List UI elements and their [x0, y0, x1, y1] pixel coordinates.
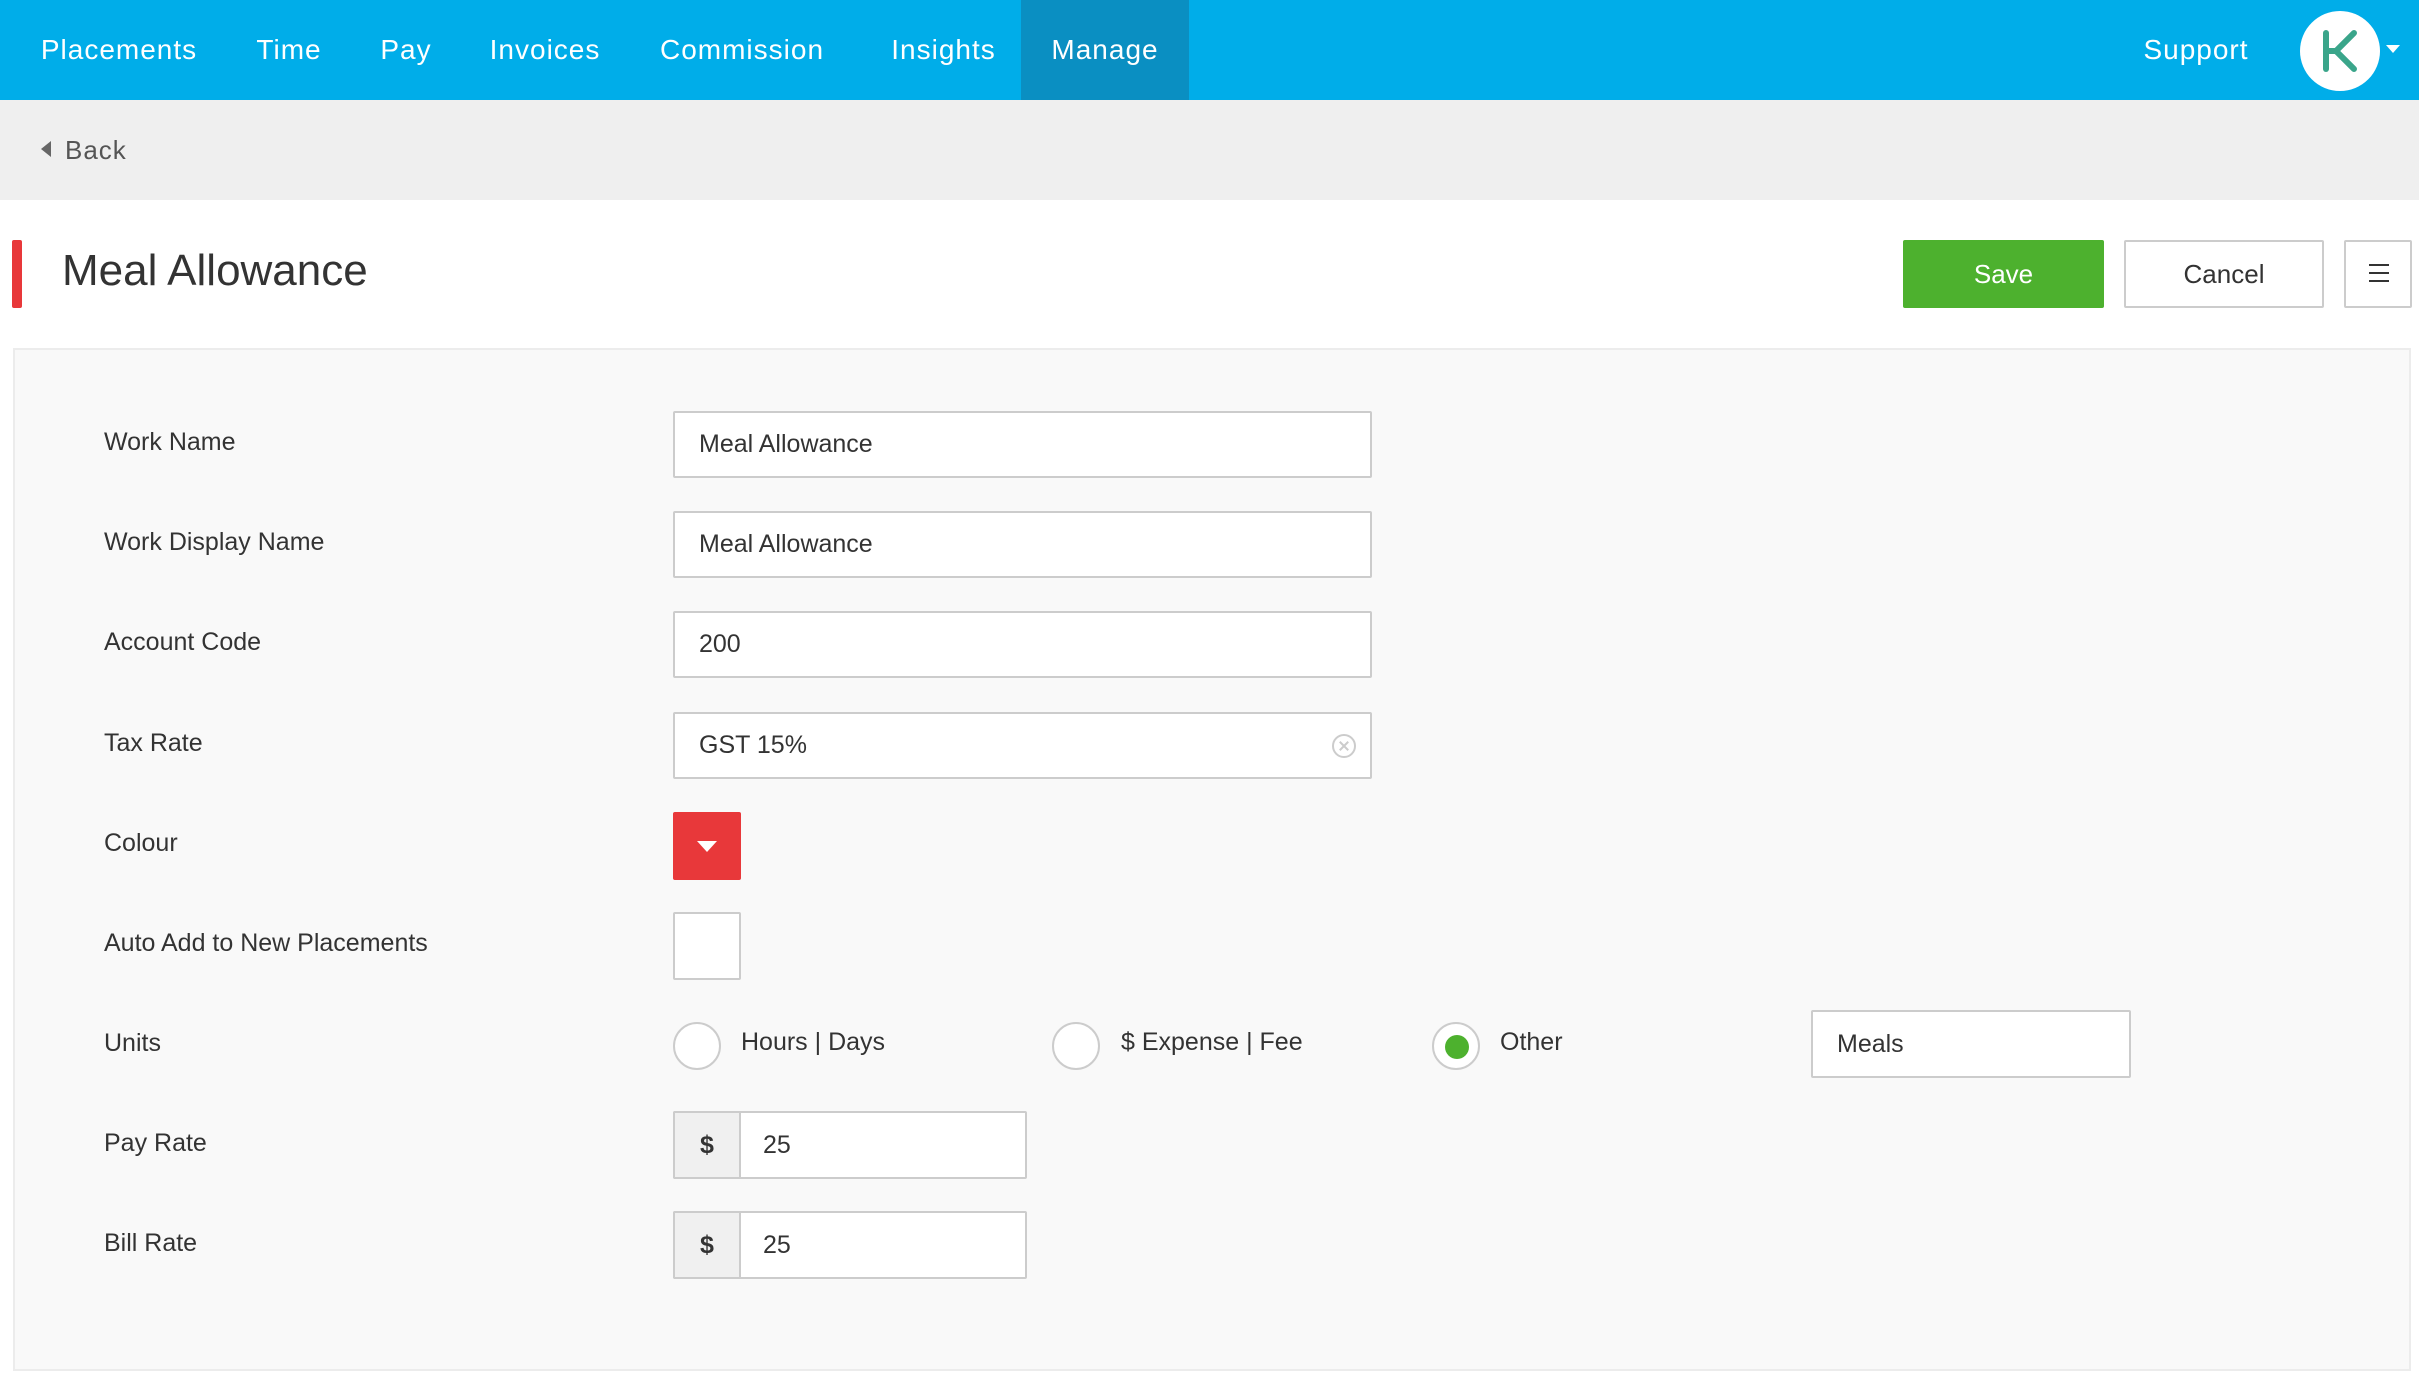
title-colour-accent	[12, 240, 22, 308]
form-panel	[13, 348, 2411, 1371]
nav-placements[interactable]: Placements	[0, 0, 238, 100]
work-display-name-label: Work Display Name	[104, 528, 325, 556]
tax-rate-select[interactable]: GST 15%	[673, 712, 1372, 779]
units-radio-expense-fee[interactable]	[1052, 1022, 1100, 1070]
save-button[interactable]: Save	[1903, 240, 2104, 308]
pay-rate-label: Pay Rate	[104, 1129, 207, 1157]
units-radio-hours-days[interactable]	[673, 1022, 721, 1070]
top-nav: Placements Time Pay Invoices Commission …	[0, 0, 2419, 100]
brand-logo-icon	[2323, 30, 2357, 72]
auto-add-label: Auto Add to New Placements	[104, 929, 428, 957]
more-menu-button[interactable]	[2344, 240, 2412, 308]
back-arrow-icon[interactable]	[41, 141, 51, 157]
avatar[interactable]	[2300, 11, 2380, 91]
tax-rate-label: Tax Rate	[104, 729, 203, 757]
nav-manage[interactable]: Manage	[1021, 0, 1189, 100]
nav-time[interactable]: Time	[238, 0, 340, 100]
bill-rate-currency-addon: $	[673, 1211, 739, 1279]
pay-rate-input[interactable]: 25	[739, 1111, 1027, 1179]
bill-rate-field: $ 25	[673, 1211, 1027, 1279]
pay-rate-currency-addon: $	[673, 1111, 739, 1179]
units-option-expense-fee-label: $ Expense | Fee	[1121, 1028, 1303, 1056]
auto-add-checkbox[interactable]	[673, 912, 741, 980]
work-name-input[interactable]: Meal Allowance	[673, 411, 1372, 478]
pay-rate-field: $ 25	[673, 1111, 1027, 1179]
units-option-other-label: Other	[1500, 1028, 1563, 1056]
units-radio-other[interactable]	[1432, 1022, 1480, 1070]
nav-invoices[interactable]: Invoices	[472, 0, 618, 100]
work-name-label: Work Name	[104, 428, 236, 456]
radio-selected-dot	[1445, 1035, 1469, 1059]
account-code-label: Account Code	[104, 628, 262, 656]
bill-rate-label: Bill Rate	[104, 1229, 198, 1257]
page-title: Meal Allowance	[62, 246, 368, 295]
bill-rate-input[interactable]: 25	[739, 1211, 1027, 1279]
nav-commission[interactable]: Commission	[618, 0, 866, 100]
back-bar: Back	[0, 100, 2419, 200]
avatar-dropdown-icon[interactable]	[2386, 45, 2400, 53]
work-display-name-input[interactable]: Meal Allowance	[673, 511, 1372, 578]
tax-rate-value: GST 15%	[699, 731, 807, 759]
cancel-button[interactable]: Cancel	[2124, 240, 2324, 308]
nav-pay[interactable]: Pay	[340, 0, 472, 100]
nav-insights[interactable]: Insights	[866, 0, 1021, 100]
clear-icon[interactable]	[1332, 734, 1356, 758]
units-other-input[interactable]: Meals	[1811, 1010, 2131, 1078]
units-label: Units	[104, 1029, 161, 1057]
colour-picker-button[interactable]	[673, 812, 741, 880]
hamburger-icon	[2369, 264, 2389, 266]
units-option-hours-days-label: Hours | Days	[741, 1028, 886, 1056]
back-link[interactable]: Back	[65, 100, 127, 200]
account-code-input[interactable]: 200	[673, 611, 1372, 678]
caret-down-icon	[697, 841, 717, 852]
colour-label: Colour	[104, 829, 178, 857]
support-link[interactable]: Support	[2118, 0, 2274, 100]
